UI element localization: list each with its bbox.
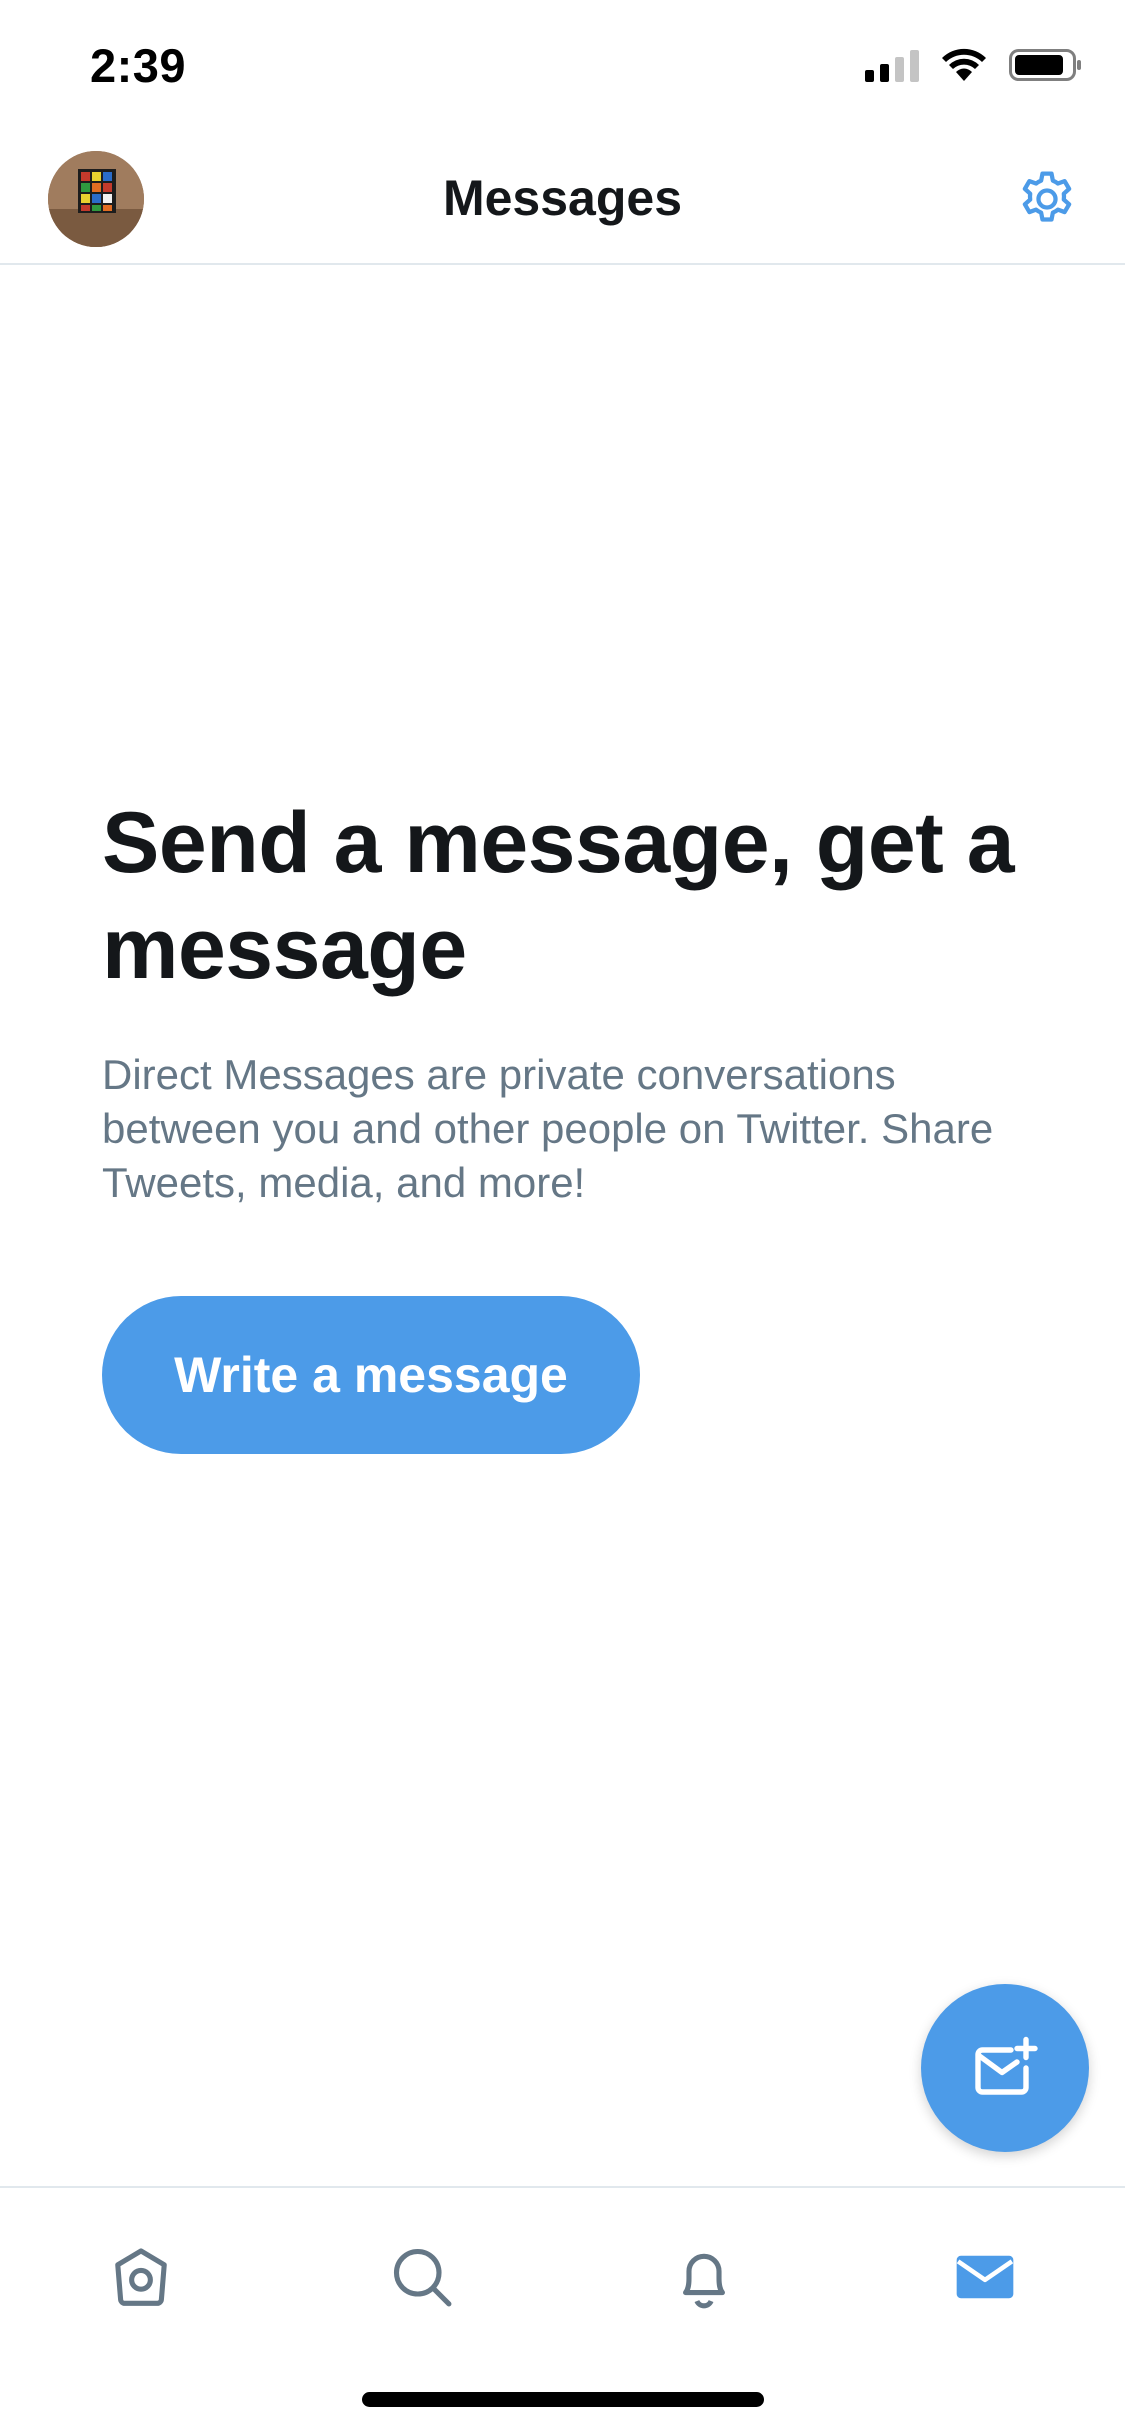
empty-state: Send a message, get a message Direct Mes… [102, 790, 1042, 1454]
home-icon [115, 2248, 167, 2306]
write-message-button[interactable]: Write a message [102, 1296, 640, 1454]
bell-icon [683, 2253, 725, 2309]
gear-icon [1022, 171, 1072, 222]
wifi-icon [942, 48, 986, 81]
home-indicator [362, 2392, 764, 2407]
tab-notifications[interactable] [659, 2232, 749, 2322]
new-message-button[interactable] [921, 1984, 1089, 2152]
settings-button[interactable] [1011, 163, 1083, 235]
tab-messages[interactable] [940, 2232, 1030, 2322]
page-title: Messages [442, 170, 683, 226]
status-icons [865, 48, 1083, 82]
new-message-icon [975, 2036, 1038, 2095]
mail-icon [956, 2255, 1014, 2299]
status-time: 2:39 [90, 39, 187, 92]
cellular-signal-icon [865, 48, 919, 82]
tab-home[interactable] [96, 2232, 186, 2322]
empty-state-title: Send a message, get a message [102, 795, 1015, 997]
battery-icon [1009, 49, 1081, 81]
search-icon [393, 2248, 452, 2307]
tab-search[interactable] [377, 2232, 467, 2322]
status-bar: 2:39 [0, 0, 1125, 135]
header: Messages [0, 135, 1125, 265]
empty-state-description: Direct Messages are private conversation… [102, 1051, 994, 1206]
